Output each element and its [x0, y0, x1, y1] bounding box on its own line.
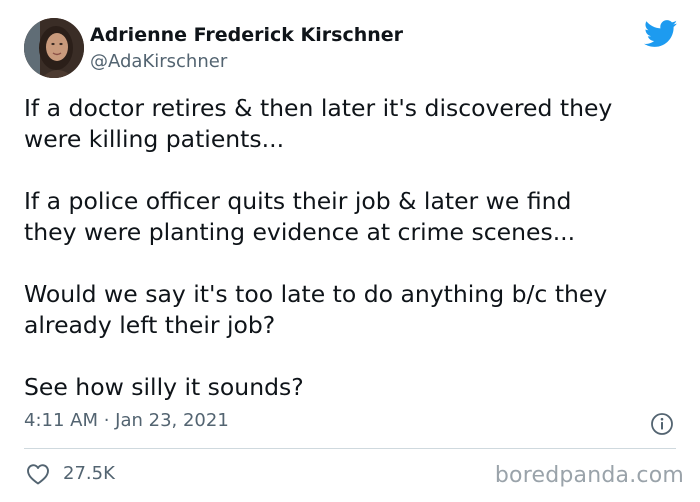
twitter-bird-icon[interactable] — [644, 20, 678, 48]
tweet-paragraph: Would we say it's too late to do anythin… — [24, 280, 608, 339]
tweet-paragraph: If a police officer quits their job & la… — [24, 187, 576, 246]
avatar-photo — [24, 18, 84, 78]
author-handle[interactable]: @AdaKirschner — [90, 51, 227, 72]
tweet-timestamp[interactable]: 4:11 AM · Jan 23, 2021 — [24, 410, 229, 431]
watermark: boredpanda.com — [494, 463, 684, 488]
tweet-paragraph: If a doctor retires & then later it's di… — [24, 94, 613, 153]
like-count: 27.5K — [63, 463, 115, 484]
author-name[interactable]: Adrienne Frederick Kirschner — [90, 24, 403, 46]
tweet-card: Adrienne Frederick Kirschner @AdaKirschn… — [0, 0, 700, 502]
info-icon[interactable] — [650, 412, 674, 436]
divider — [24, 448, 676, 449]
tweet-text: If a doctor retires & then later it's di… — [24, 93, 684, 403]
heart-icon[interactable] — [26, 463, 50, 485]
tweet-paragraph: See how silly it sounds? — [24, 373, 304, 401]
author-avatar[interactable] — [24, 18, 84, 78]
